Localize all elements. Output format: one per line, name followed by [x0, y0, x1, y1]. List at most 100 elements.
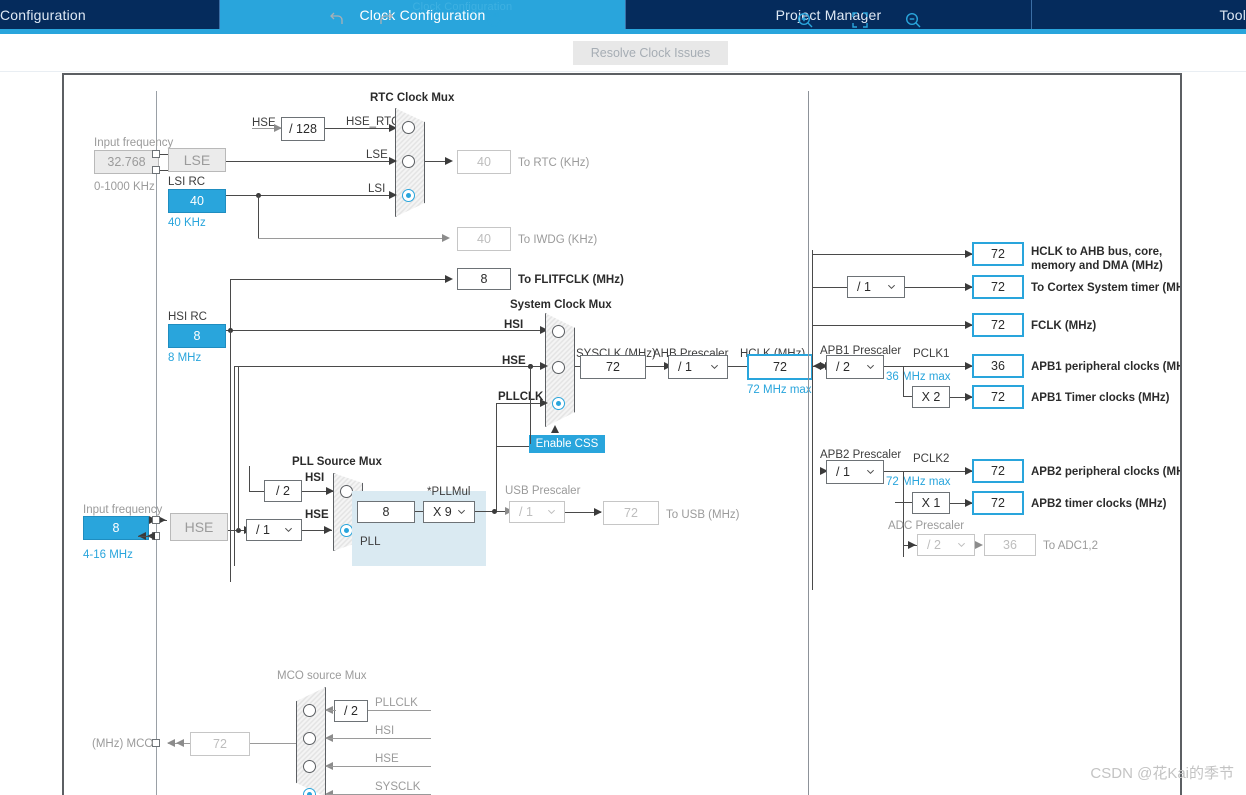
to-iwdg-label: To IWDG (KHz): [518, 234, 598, 246]
to-flitfclk-value[interactable]: 8: [457, 268, 511, 290]
mco-input-hsi-label: HSI: [375, 725, 395, 737]
zoom-out-icon[interactable]: [903, 8, 923, 32]
chip-boundary-line: [156, 91, 157, 795]
apb2-prescaler-select[interactable]: / 1: [826, 460, 884, 484]
hse-prescaler-select[interactable]: / 1: [246, 519, 302, 541]
apb1-timer-value[interactable]: 72: [972, 385, 1024, 409]
adc-prescaler-select[interactable]: / 2: [917, 534, 975, 556]
mco-output-value[interactable]: 72: [190, 732, 250, 756]
sysclk-mux-radio-hse[interactable]: [552, 361, 565, 374]
tab-tool[interactable]: Tool: [1032, 0, 1246, 29]
apb2-peripheral-value[interactable]: 72: [972, 459, 1024, 483]
mco-pll-divider[interactable]: / 2: [334, 700, 368, 722]
rtc-hse-divider[interactable]: / 128: [281, 117, 325, 141]
lse-pin-in[interactable]: [152, 150, 160, 158]
pclk1-label: PCLK1: [913, 348, 950, 360]
apb1-timer-label: APB1 Timer clocks (MHz): [1031, 392, 1170, 404]
mco-mux-radio-sysclk[interactable]: [303, 788, 316, 795]
apb2-peripheral-label: APB2 peripheral clocks (MHz): [1031, 466, 1182, 478]
apb1-timer-multiplier[interactable]: X 2: [912, 386, 950, 408]
hclk-value[interactable]: 72: [747, 354, 813, 380]
chevron-down-icon: [866, 364, 875, 370]
fit-to-screen-icon[interactable]: [850, 8, 870, 32]
hse-range-label: 4-16 MHz: [83, 549, 133, 561]
hclk-ahb-bus-value[interactable]: 72: [972, 242, 1024, 266]
hsi-rc-unit-label: 8 MHz: [168, 352, 202, 364]
apb2-timer-value[interactable]: 72: [972, 491, 1024, 515]
mco-input-sysclk-label: SYSCLK: [375, 781, 421, 793]
tab-configuration[interactable]: Configuration: [0, 0, 220, 29]
mco-mux-radio-pllclk[interactable]: [303, 704, 316, 717]
fclk-value[interactable]: 72: [972, 313, 1024, 337]
usb-prescaler-select[interactable]: / 1: [509, 501, 565, 523]
resolve-clock-issues-button[interactable]: Resolve Clock Issues: [573, 41, 728, 65]
main-tabbar: Configuration Clock Configuration Clock …: [0, 0, 1246, 29]
tab-configuration-label: Configuration: [0, 6, 86, 23]
pll-source-mux-input-hsi-label: HSI: [305, 472, 325, 484]
zoom-in-icon[interactable]: [795, 8, 815, 32]
to-adc-value[interactable]: 36: [984, 534, 1036, 556]
pll-input-value[interactable]: 8: [357, 501, 415, 523]
chevron-down-icon: [457, 509, 466, 515]
redo-icon[interactable]: [378, 8, 398, 32]
rtc-mux-radio-lse[interactable]: [402, 155, 415, 168]
cortex-timer-prescaler-select[interactable]: / 1: [847, 276, 905, 298]
rtc-mux-input-hse-rtc-label: HSE_RTC: [346, 116, 400, 128]
undo-icon[interactable]: [325, 8, 345, 32]
apb2-timer-multiplier[interactable]: X 1: [912, 492, 950, 514]
mco-mux-radio-hse[interactable]: [303, 760, 316, 773]
to-usb-label: To USB (MHz): [666, 509, 740, 521]
lse-input-frequency-label: Input frequency: [94, 137, 174, 149]
to-rtc-value[interactable]: 40: [457, 150, 511, 174]
hclk-ahb-bus-label: HCLK to AHB bus, core, memory and DMA (M…: [1031, 246, 1163, 273]
lsi-rc-title: LSI RC: [168, 176, 206, 188]
apb1-peripheral-value[interactable]: 36: [972, 354, 1024, 378]
apb2-prescaler-value: / 1: [836, 465, 850, 479]
fclk-label: FCLK (MHz): [1031, 320, 1097, 332]
hse-pin-in[interactable]: [152, 516, 160, 524]
tab-project-manager[interactable]: Project Manager: [626, 0, 1032, 29]
adc-prescaler-value: / 2: [927, 538, 941, 552]
cortex-timer-value[interactable]: 72: [972, 275, 1024, 299]
sysclk-mux-radio-pllclk[interactable]: [552, 397, 565, 410]
to-adc-label: To ADC1,2: [1043, 540, 1098, 552]
hsi-rc-value-field[interactable]: 8: [168, 324, 226, 348]
pll-hsi-divider[interactable]: / 2: [264, 480, 302, 502]
sysclk-mux-radio-hsi[interactable]: [552, 325, 565, 338]
system-clock-mux-title: System Clock Mux: [510, 299, 612, 311]
apb1-prescaler-select[interactable]: / 2: [826, 355, 884, 379]
tab-clock-configuration[interactable]: Clock Configuration Clock Configuration: [220, 0, 626, 29]
to-iwdg-value[interactable]: 40: [457, 227, 511, 251]
enable-css-button[interactable]: Enable CSS: [529, 435, 605, 453]
pll-mul-select[interactable]: X 9: [423, 501, 475, 523]
rtc-mux-radio-hse-rtc[interactable]: [402, 121, 415, 134]
sysclk-mux-input-hse-label: HSE: [502, 355, 526, 367]
lse-input-frequency-field[interactable]: 32.768: [94, 150, 159, 174]
to-usb-value[interactable]: 72: [603, 501, 659, 525]
mco-source-mux-title: MCO source Mux: [277, 670, 367, 682]
chevron-down-icon: [547, 509, 556, 515]
lse-oscillator-box[interactable]: LSE: [168, 148, 226, 172]
hse-oscillator-box[interactable]: HSE: [170, 513, 228, 541]
resolve-clock-issues-label: Resolve Clock Issues: [590, 46, 711, 60]
pll-source-mux-input-hse-label: HSE: [305, 509, 329, 521]
chevron-down-icon: [710, 364, 719, 370]
adc-prescaler-label: ADC Prescaler: [888, 520, 965, 532]
hclk-max-label: 72 MHz max: [747, 384, 812, 396]
clock-tree-canvas[interactable]: Input frequency 32.768 0-1000 KHz LSE LS…: [62, 73, 1182, 795]
lse-pin-out[interactable]: [152, 166, 160, 174]
pll-mul-value: X 9: [433, 505, 452, 519]
pclk2-label: PCLK2: [913, 453, 950, 465]
usb-prescaler-value: / 1: [519, 505, 533, 519]
clock-configuration-screen: Configuration Clock Configuration Clock …: [0, 0, 1246, 795]
chevron-down-icon: [887, 284, 896, 290]
rtc-mux-radio-lsi[interactable]: [402, 189, 415, 202]
hsi-rc-title: HSI RC: [168, 311, 207, 323]
apb1-max-label: 36 MHz max: [886, 371, 951, 383]
sysclk-value[interactable]: 72: [580, 355, 646, 379]
mco-mux-radio-hsi[interactable]: [303, 732, 316, 745]
lsi-rc-unit-label: 40 KHz: [168, 217, 206, 229]
lsi-rc-value-field[interactable]: 40: [168, 189, 226, 213]
ahb-prescaler-select[interactable]: / 1: [668, 355, 728, 379]
refresh-icon[interactable]: [483, 8, 505, 32]
